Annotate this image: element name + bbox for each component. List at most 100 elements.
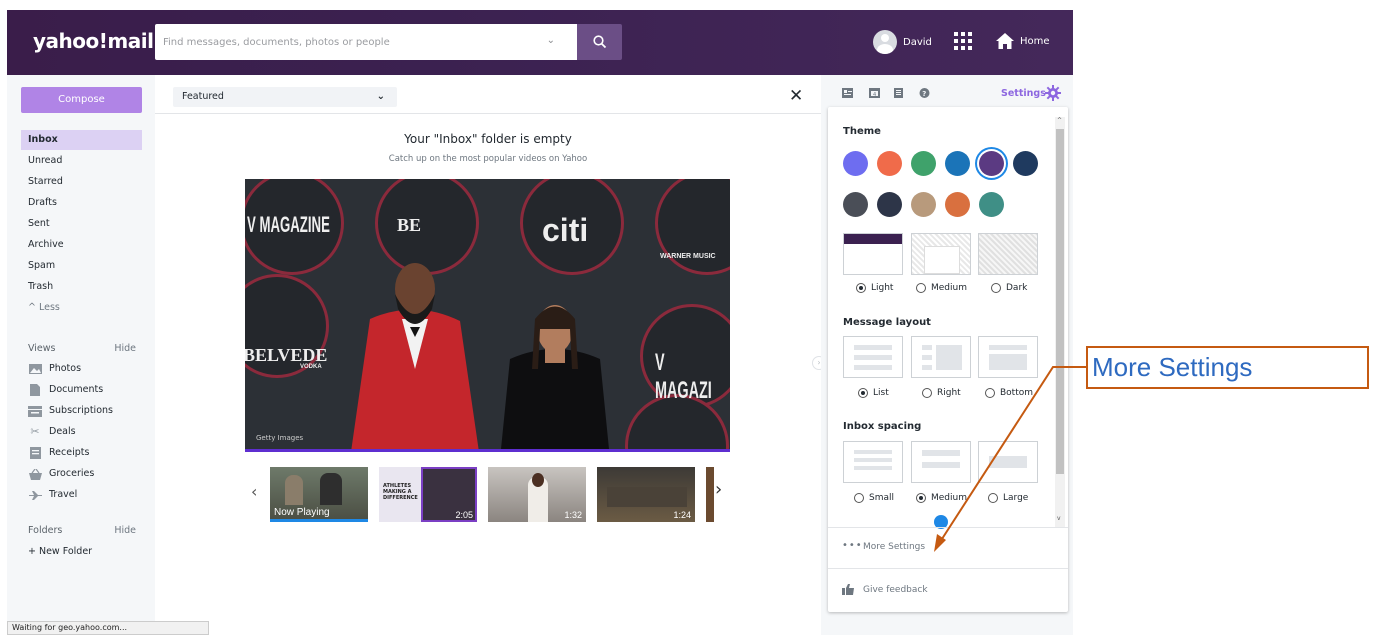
radio-medium[interactable]: Medium: [916, 283, 967, 293]
apps-grid-icon[interactable]: [954, 32, 972, 50]
sidebar-item-photos[interactable]: Photos: [28, 359, 81, 379]
sidebar-item-archive[interactable]: Archive: [21, 235, 142, 255]
radio-medium-spacing[interactable]: Medium: [916, 493, 967, 503]
sidebar-item-documents[interactable]: Documents: [28, 380, 103, 400]
settings-scrollbar[interactable]: ^ v: [1055, 117, 1065, 527]
close-icon[interactable]: ✕: [789, 88, 803, 105]
radio-button[interactable]: [985, 388, 995, 398]
sidebar-item-groceries[interactable]: Groceries: [28, 464, 94, 484]
search-icon: [592, 35, 606, 49]
theme-contrast-dark[interactable]: [978, 233, 1038, 275]
theme-swatch[interactable]: [979, 192, 1004, 217]
calendar-icon[interactable]: 4: [869, 88, 880, 98]
home-button[interactable]: Home: [995, 32, 1050, 50]
radio-button[interactable]: [858, 388, 868, 398]
user-menu[interactable]: David: [873, 30, 932, 54]
radio-button[interactable]: [854, 493, 864, 503]
chevron-left-icon[interactable]: ‹: [251, 482, 257, 501]
theme-contrast-medium[interactable]: [911, 233, 971, 275]
sidebar-item-unread[interactable]: Unread: [21, 151, 142, 171]
video-thumbnail-strip: ‹ Now Playing ATHLETES MAKING A DIFFEREN…: [245, 465, 735, 525]
theme-swatch[interactable]: [843, 192, 868, 217]
theme-swatch[interactable]: [945, 151, 970, 176]
radio-button[interactable]: [916, 493, 926, 503]
search-input[interactable]: [163, 24, 533, 60]
video-thumbnail[interactable]: 1:24: [597, 467, 695, 522]
theme-swatch[interactable]: [877, 151, 902, 176]
radio-small[interactable]: Small: [854, 493, 894, 503]
video-thumbnail[interactable]: 1:32: [488, 467, 586, 522]
spacing-small-option[interactable]: [843, 441, 903, 483]
radio-light[interactable]: Light: [856, 283, 893, 293]
theme-swatch[interactable]: [979, 151, 1004, 176]
chevron-down-icon[interactable]: ⌄: [547, 35, 555, 46]
theme-swatch[interactable]: [945, 192, 970, 217]
theme-swatch[interactable]: [843, 151, 868, 176]
contacts-icon[interactable]: [842, 88, 853, 98]
video-thumbnail[interactable]: Now Playing: [270, 467, 368, 522]
radio-list[interactable]: List: [858, 388, 889, 398]
folders-hide-link[interactable]: Hide: [114, 525, 136, 536]
gear-icon[interactable]: [1045, 85, 1061, 101]
spacing-medium-option[interactable]: [911, 441, 971, 483]
notepad-icon[interactable]: [893, 88, 904, 98]
radio-button[interactable]: [991, 283, 1001, 293]
sidebar-item-receipts[interactable]: Receipts: [28, 443, 89, 463]
video-thumbnail[interactable]: [706, 467, 714, 522]
radio-button[interactable]: [856, 283, 866, 293]
search-button[interactable]: [577, 24, 622, 60]
video-thumbnail[interactable]: ATHLETES MAKING A DIFFERENCE 2:05: [379, 467, 477, 522]
backdrop-text: V MAGAZI: [655, 349, 712, 404]
theme-swatch[interactable]: [911, 151, 936, 176]
radio-dark[interactable]: Dark: [991, 283, 1027, 293]
sidebar-item-sent[interactable]: Sent: [21, 214, 142, 234]
help-icon[interactable]: ?: [919, 88, 930, 98]
radio-button[interactable]: [988, 493, 998, 503]
sidebar-item-inbox[interactable]: Inbox: [21, 130, 142, 150]
sidebar-item-label: Groceries: [49, 468, 95, 479]
radio-bottom[interactable]: Bottom: [985, 388, 1033, 398]
sidebar-item-travel[interactable]: Travel: [28, 485, 77, 505]
spacing-large-option[interactable]: [978, 441, 1038, 483]
radio-button[interactable]: [922, 388, 932, 398]
sidebar-item-starred[interactable]: Starred: [21, 172, 142, 192]
give-feedback-link[interactable]: Give feedback: [863, 585, 928, 595]
scrollbar-thumb[interactable]: [1056, 129, 1064, 474]
settings-link[interactable]: Settings: [1001, 88, 1046, 99]
featured-dropdown[interactable]: Featured ⌄: [173, 87, 397, 107]
layout-list-option[interactable]: [843, 336, 903, 378]
yahoo-mail-logo[interactable]: yahoo!mail: [33, 29, 154, 53]
layout-right-option[interactable]: [911, 336, 971, 378]
scroll-down-icon[interactable]: v: [1057, 515, 1061, 522]
photos-icon: [28, 363, 42, 375]
radio-button[interactable]: [916, 283, 926, 293]
sidebar-item-drafts[interactable]: Drafts: [21, 193, 142, 213]
video-progress-bar[interactable]: [245, 449, 730, 452]
scroll-up-icon[interactable]: ^: [1057, 117, 1062, 124]
backdrop-text: VODKA: [300, 364, 322, 370]
sidebar-item-trash[interactable]: Trash: [21, 277, 142, 297]
theme-swatch[interactable]: [877, 192, 902, 217]
sidebar-item-spam[interactable]: Spam: [21, 256, 142, 276]
more-settings-link[interactable]: More Settings: [863, 542, 925, 552]
radio-label: Dark: [1006, 283, 1028, 293]
chevron-right-icon[interactable]: ›: [715, 479, 722, 500]
home-label: Home: [1020, 35, 1050, 47]
empty-folder-title: Your "Inbox" folder is empty: [404, 132, 572, 146]
compose-button[interactable]: Compose: [21, 87, 142, 113]
video-player[interactable]: V MAGAZINE BE citi WARNER MUSIC BELVEDE …: [245, 179, 730, 452]
sidebar-item-deals[interactable]: ✂ Deals: [28, 422, 75, 442]
radio-right[interactable]: Right: [922, 388, 961, 398]
less-toggle[interactable]: ^ Less: [28, 302, 60, 313]
search-box[interactable]: ⌄: [155, 24, 577, 60]
theme-contrast-light[interactable]: [843, 233, 903, 275]
more-settings-row[interactable]: ••• More Settings: [828, 527, 1068, 567]
sidebar-item-subscriptions[interactable]: Subscriptions: [28, 401, 113, 421]
give-feedback-row[interactable]: Give feedback: [828, 568, 1068, 612]
new-folder-button[interactable]: + New Folder: [28, 546, 92, 557]
radio-large[interactable]: Large: [988, 493, 1028, 503]
theme-swatch[interactable]: [1013, 151, 1038, 176]
theme-swatch[interactable]: [911, 192, 936, 217]
layout-bottom-option[interactable]: [978, 336, 1038, 378]
views-hide-link[interactable]: Hide: [114, 343, 136, 354]
